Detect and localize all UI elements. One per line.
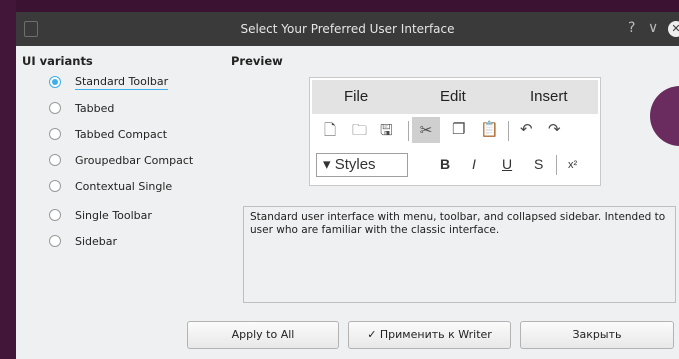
radio-button[interactable] [49, 180, 61, 192]
menu-insert: Insert [530, 88, 568, 105]
close-button[interactable]: Закрыть [520, 321, 674, 349]
apply-to-all-button[interactable]: Apply to All [187, 321, 339, 349]
preview-panel: File Edit Insert 🗋 🗀 🖫 ✂ ❐ 📋 ↶ ↷ ▾ Style… [309, 77, 601, 186]
styles-dropdown: ▾ Styles [316, 153, 408, 177]
undo-icon: ↶ [520, 120, 533, 138]
radio-contextual-single[interactable]: Contextual Single [49, 177, 172, 195]
dropdown-arrow-icon: ▾ [323, 156, 331, 173]
description-text: Standard user interface with menu, toolb… [243, 206, 676, 303]
radio-label: Contextual Single [75, 179, 173, 193]
radio-button[interactable] [49, 235, 61, 247]
radio-sidebar[interactable]: Sidebar [49, 232, 117, 250]
window-menu-icon[interactable]: ∨ [648, 20, 658, 36]
radio-button[interactable] [49, 102, 61, 114]
menu-edit: Edit [440, 88, 466, 105]
toolbar-separator [508, 121, 509, 141]
ui-variants-title: UI variants [22, 54, 93, 68]
preview-title: Preview [231, 54, 283, 68]
radio-label: Tabbed Compact [75, 127, 168, 141]
title-bar: Select Your Preferred User Interface ? ∨… [16, 12, 679, 46]
preview-formatbar: ▾ Styles B I U S x² [312, 150, 598, 180]
radio-tabbed[interactable]: Tabbed [49, 99, 114, 117]
copy-icon: ❐ [452, 120, 466, 138]
radio-button[interactable] [49, 154, 61, 166]
help-icon[interactable]: ? [628, 20, 635, 36]
radio-tabbed-compact[interactable]: Tabbed Compact [49, 125, 167, 143]
paste-icon: 📋 [480, 120, 499, 138]
preview-menubar: File Edit Insert [312, 80, 598, 114]
toolbar-separator [556, 155, 557, 175]
strikethrough-icon: S [534, 156, 544, 172]
radio-button[interactable] [49, 76, 61, 88]
bold-icon: B [440, 156, 451, 172]
open-folder-icon: 🗀 [352, 121, 368, 139]
checkmark-icon: ✓ [367, 328, 380, 341]
radio-label: Standard Toolbar [75, 74, 169, 90]
radio-label: Groupedbar Compact [75, 153, 194, 167]
menu-file: File [344, 88, 369, 105]
close-icon[interactable]: ✕ [668, 21, 679, 37]
cut-icon: ✂ [412, 117, 440, 143]
window-title: Select Your Preferred User Interface [240, 22, 455, 36]
radio-button[interactable] [49, 128, 61, 140]
apply-to-writer-button[interactable]: ✓ Применить к Writer [348, 321, 511, 349]
window-frame [0, 0, 16, 359]
radio-single-toolbar[interactable]: Single Toolbar [49, 206, 152, 224]
radio-label: Single Toolbar [75, 208, 152, 222]
radio-standard-toolbar[interactable]: Standard Toolbar [49, 73, 169, 91]
apply-to-writer-label: Применить к Writer [379, 328, 492, 341]
new-document-icon: 🗋 [324, 121, 337, 139]
radio-label: Tabbed [75, 101, 115, 115]
radio-label: Sidebar [75, 234, 118, 248]
preview-toolbar: 🗋 🗀 🖫 ✂ ❐ 📋 ↶ ↷ [312, 116, 598, 144]
styles-label: Styles [334, 156, 376, 173]
italic-icon: I [472, 156, 476, 172]
superscript-icon: x² [568, 159, 578, 171]
dialog-body: UI variants Preview Standard Toolbar Tab… [16, 46, 679, 359]
save-icon: 🖫 [380, 121, 393, 139]
radio-groupedbar-compact[interactable]: Groupedbar Compact [49, 151, 193, 169]
radio-button[interactable] [49, 209, 61, 221]
toolbar-separator [408, 121, 409, 141]
redo-icon: ↷ [548, 120, 561, 138]
underline-icon: U [502, 156, 513, 172]
